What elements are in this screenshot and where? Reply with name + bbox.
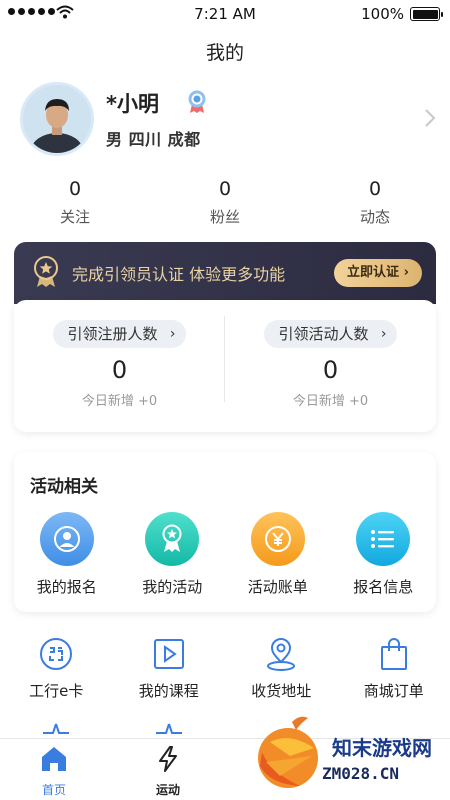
tool-label: 我的课程 xyxy=(138,682,199,700)
guide-register-today: 今日新增 +0 xyxy=(81,394,158,409)
activity-label: 报名信息 xyxy=(353,578,414,596)
activity-my-activities[interactable]: 我的活动 xyxy=(120,512,226,597)
battery-percent: 100% xyxy=(361,5,404,23)
stat-value: 0 xyxy=(218,178,232,200)
stat-value: 0 xyxy=(68,178,82,200)
tab-home[interactable]: 首页 xyxy=(14,745,94,798)
certification-banner: 完成引领员认证 体验更多功能 立即认证 › xyxy=(14,242,436,304)
section-title: 活动相关 xyxy=(30,477,98,497)
tool-shipping-address[interactable]: 收货地址 xyxy=(225,636,338,701)
activity-my-registrations[interactable]: 我的报名 xyxy=(14,512,120,597)
guide-register-pill[interactable]: 引领注册人数 › xyxy=(53,320,186,348)
avatar[interactable] xyxy=(20,82,94,156)
caret-right-icon: › xyxy=(169,326,176,342)
pill-label: 引领活动人数 xyxy=(278,325,369,343)
pill-label: 引领注册人数 xyxy=(67,325,158,343)
guide-register-count: 0 xyxy=(111,356,128,384)
guide-activity-today: 今日新增 +0 xyxy=(292,394,369,409)
stat-posts[interactable]: 0 动态 xyxy=(300,178,450,227)
bag-icon xyxy=(338,636,450,672)
tool-label: 商城订单 xyxy=(363,682,424,700)
guide-activity-pill[interactable]: 引领活动人数 › xyxy=(264,320,397,348)
battery-icon xyxy=(410,7,443,21)
tab-label: 首页 xyxy=(41,783,66,797)
stat-label: 动态 xyxy=(359,208,390,226)
stat-fans[interactable]: 0 粉丝 xyxy=(150,178,300,227)
activity-label: 活动账单 xyxy=(247,578,308,596)
home-icon xyxy=(42,747,66,771)
certification-text: 完成引领员认证 体验更多功能 xyxy=(72,265,286,284)
lightning-icon xyxy=(159,746,177,772)
guide-activity-count: 0 xyxy=(322,356,339,384)
guide-stats-card: 引领注册人数 › 0 今日新增 +0 引领活动人数 › 0 今日新增 +0 xyxy=(14,300,436,432)
verified-badge-icon xyxy=(188,90,206,113)
stat-label: 粉丝 xyxy=(209,208,240,226)
stat-following[interactable]: 0 关注 xyxy=(0,178,150,227)
user-name: *小明 xyxy=(106,92,159,116)
avatar-image xyxy=(23,85,91,153)
page-title: 我的 xyxy=(205,42,244,64)
tool-icbc-ecard[interactable]: 工行e卡 xyxy=(0,636,113,701)
tool-my-courses[interactable]: 我的课程 xyxy=(113,636,226,701)
tab-label: 运动 xyxy=(155,783,180,797)
caret-right-icon: › xyxy=(380,326,387,342)
user-icon xyxy=(39,512,94,566)
stat-label: 关注 xyxy=(59,208,90,226)
activity-label: 我的活动 xyxy=(142,578,203,596)
watermark-text: 知末游戏网 xyxy=(332,736,432,760)
chevron-right-icon[interactable] xyxy=(424,108,436,128)
activity-grid: 我的报名 我的活动 活动账单 报名信息 xyxy=(14,512,436,597)
activity-card: 活动相关 我的报名 我的活动 活动账单 报名信息 xyxy=(14,452,436,612)
card-icon xyxy=(0,636,113,672)
watermark-subtext: ZM028.CN xyxy=(322,764,400,783)
stats-row: 0 关注 0 粉丝 0 动态 xyxy=(0,178,450,227)
activity-bills[interactable]: 活动账单 xyxy=(225,512,331,597)
yen-icon xyxy=(250,512,305,566)
medal-icon xyxy=(34,256,58,287)
tool-label: 工行e卡 xyxy=(29,682,84,700)
profile-row[interactable]: *小明 男 四川 成都 xyxy=(20,82,440,158)
stat-value: 0 xyxy=(368,178,382,200)
guide-register-column: 引领注册人数 › 0 今日新增 +0 xyxy=(14,300,225,432)
certify-now-button[interactable]: 立即认证 › xyxy=(334,259,422,287)
tool-label: 收货地址 xyxy=(251,682,312,700)
list-icon xyxy=(356,512,411,566)
guide-activity-column: 引领活动人数 › 0 今日新增 +0 xyxy=(225,300,436,432)
tools-row: 工行e卡 我的课程 收货地址 商城订单 xyxy=(0,636,450,701)
status-bar: 7:21 AM 100% xyxy=(0,0,450,28)
activity-registration-info[interactable]: 报名信息 xyxy=(331,512,437,597)
location-icon xyxy=(225,636,338,672)
activity-label: 我的报名 xyxy=(36,578,97,596)
tool-mall-orders[interactable]: 商城订单 xyxy=(338,636,450,701)
tab-sport[interactable]: 运动 xyxy=(128,745,208,798)
medal-icon xyxy=(145,512,200,566)
play-icon xyxy=(113,636,226,672)
watermark: 知末游戏网 ZM028.CN xyxy=(250,712,450,800)
watermark-logo xyxy=(258,716,318,788)
user-location: 男 四川 成都 xyxy=(106,130,201,149)
